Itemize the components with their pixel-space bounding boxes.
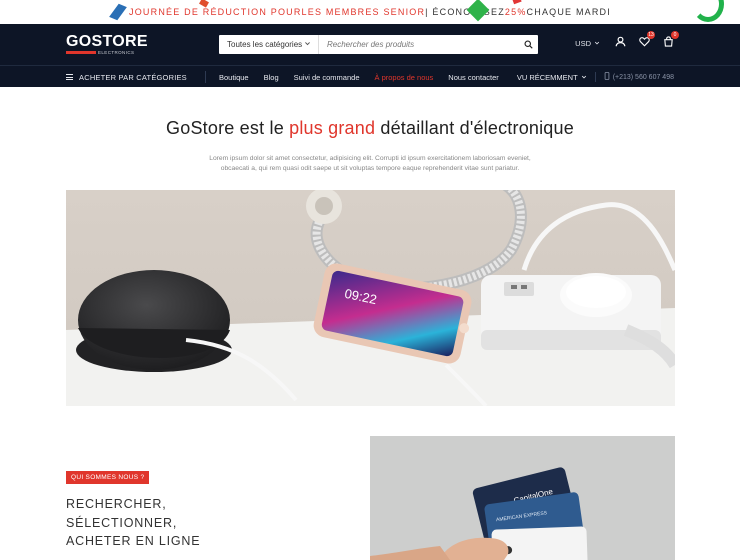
logo[interactable]: GOSTORE ELECTRONICS [66, 33, 148, 55]
page-title-highlight: plus grand [289, 118, 376, 138]
search-icon [523, 36, 533, 54]
recently-viewed-button[interactable]: VU RÉCEMMENT [517, 73, 587, 82]
cart-button[interactable]: 0 [662, 31, 679, 50]
hero-image: 09:22 [66, 190, 675, 406]
confetti-decoration [466, 0, 490, 22]
promo-text-members: LES MEMBRES SENIOR [301, 7, 426, 17]
about-heading-line: ACHETER EN LIGNE [66, 534, 201, 548]
chevron-down-icon [581, 73, 587, 82]
search-button[interactable] [518, 35, 538, 54]
user-icon [615, 34, 626, 52]
promo-text-percent: 25% [504, 7, 527, 17]
about-image: CapitalOne AMERICAN EXPRESS [370, 436, 675, 560]
promo-text-day: JOURNÉE DE RÉDUCTION POUR [129, 7, 302, 17]
main-navigation: ACHETER PAR CATÉGORIES Boutique Blog Sui… [0, 65, 740, 87]
recently-viewed-label: VU RÉCEMMENT [516, 72, 578, 82]
logo-tagline: ELECTRONICS [98, 50, 135, 55]
phone-contact[interactable]: (+213) 560 607 498 [594, 72, 674, 82]
search-bar: Toutes les catégories [219, 35, 538, 54]
chevron-down-icon [304, 40, 311, 49]
logo-wordmark: GOSTORE [66, 33, 148, 50]
currency-value: USD [575, 38, 591, 48]
nav-link-contact[interactable]: Nous contacter [448, 73, 498, 82]
nav-link-order-tracking[interactable]: Suivi de commande [294, 73, 360, 82]
page-description: Lorem ipsum dolor sit amet consectetur, … [209, 155, 531, 172]
promo-text-tuesday: CHAQUE MARDI [526, 7, 611, 17]
chevron-down-icon [594, 39, 600, 48]
confetti-decoration [109, 3, 127, 21]
promo-text-save: | ÉCONOMISEZ [425, 7, 505, 17]
nav-link-shop[interactable]: Boutique [219, 73, 249, 82]
page-title-pre: GoStore est le [166, 118, 290, 138]
header-actions: USD 13 0 [575, 31, 679, 50]
logo-tagline-row: ELECTRONICS [66, 50, 146, 55]
nav-link-about-us[interactable]: À propos de nous [375, 73, 434, 82]
currency-selector[interactable]: USD [575, 39, 600, 48]
search-input[interactable] [319, 35, 518, 54]
promo-banner: JOURNÉE DE RÉDUCTION POUR LES MEMBRES SE… [0, 0, 740, 24]
credit-cards-illustration: CapitalOne AMERICAN EXPRESS [370, 436, 675, 560]
wishlist-count-badge: 13 [647, 31, 655, 39]
confetti-decoration [692, 0, 724, 22]
confetti-decoration [512, 0, 522, 5]
about-heading-line: RECHERCHER, [66, 497, 167, 511]
about-badge: QUI SOMMES NOUS ? [66, 471, 150, 484]
nav-link-blog[interactable]: Blog [264, 73, 279, 82]
about-heading-line: SÉLECTIONNER, [66, 515, 178, 530]
phone-number: (+213) 560 607 498 [612, 73, 674, 81]
menu-icon [66, 74, 73, 80]
wishlist-button[interactable]: 13 [638, 31, 655, 50]
about-heading: RECHERCHER, SÉLECTIONNER, ACHETER EN LIG… [66, 495, 200, 551]
shop-by-categories-button[interactable]: ACHETER PAR CATÉGORIES [66, 66, 187, 88]
phone-icon [604, 72, 610, 82]
cart-count-badge: 0 [671, 31, 679, 39]
nav-right: VU RÉCEMMENT (+213) 560 607 498 [517, 66, 674, 88]
shop-by-categories-label: ACHETER PAR CATÉGORIES [79, 72, 187, 82]
logo-accent-bar [66, 51, 96, 54]
nav-links: Boutique Blog Suivi de commande À propos… [219, 66, 499, 88]
nav-divider [205, 71, 206, 83]
page-title: GoStore est le plus grand détaillant d'é… [0, 118, 740, 139]
category-select[interactable]: Toutes les catégories [219, 35, 319, 54]
account-button[interactable] [614, 36, 626, 50]
site-header: GOSTORE ELECTRONICS Toutes les catégorie… [0, 24, 740, 65]
page-title-post: détaillant d'électronique [375, 118, 574, 138]
hero-illustration: 09:22 [66, 190, 675, 406]
category-select-value: Toutes les catégories [227, 40, 303, 49]
